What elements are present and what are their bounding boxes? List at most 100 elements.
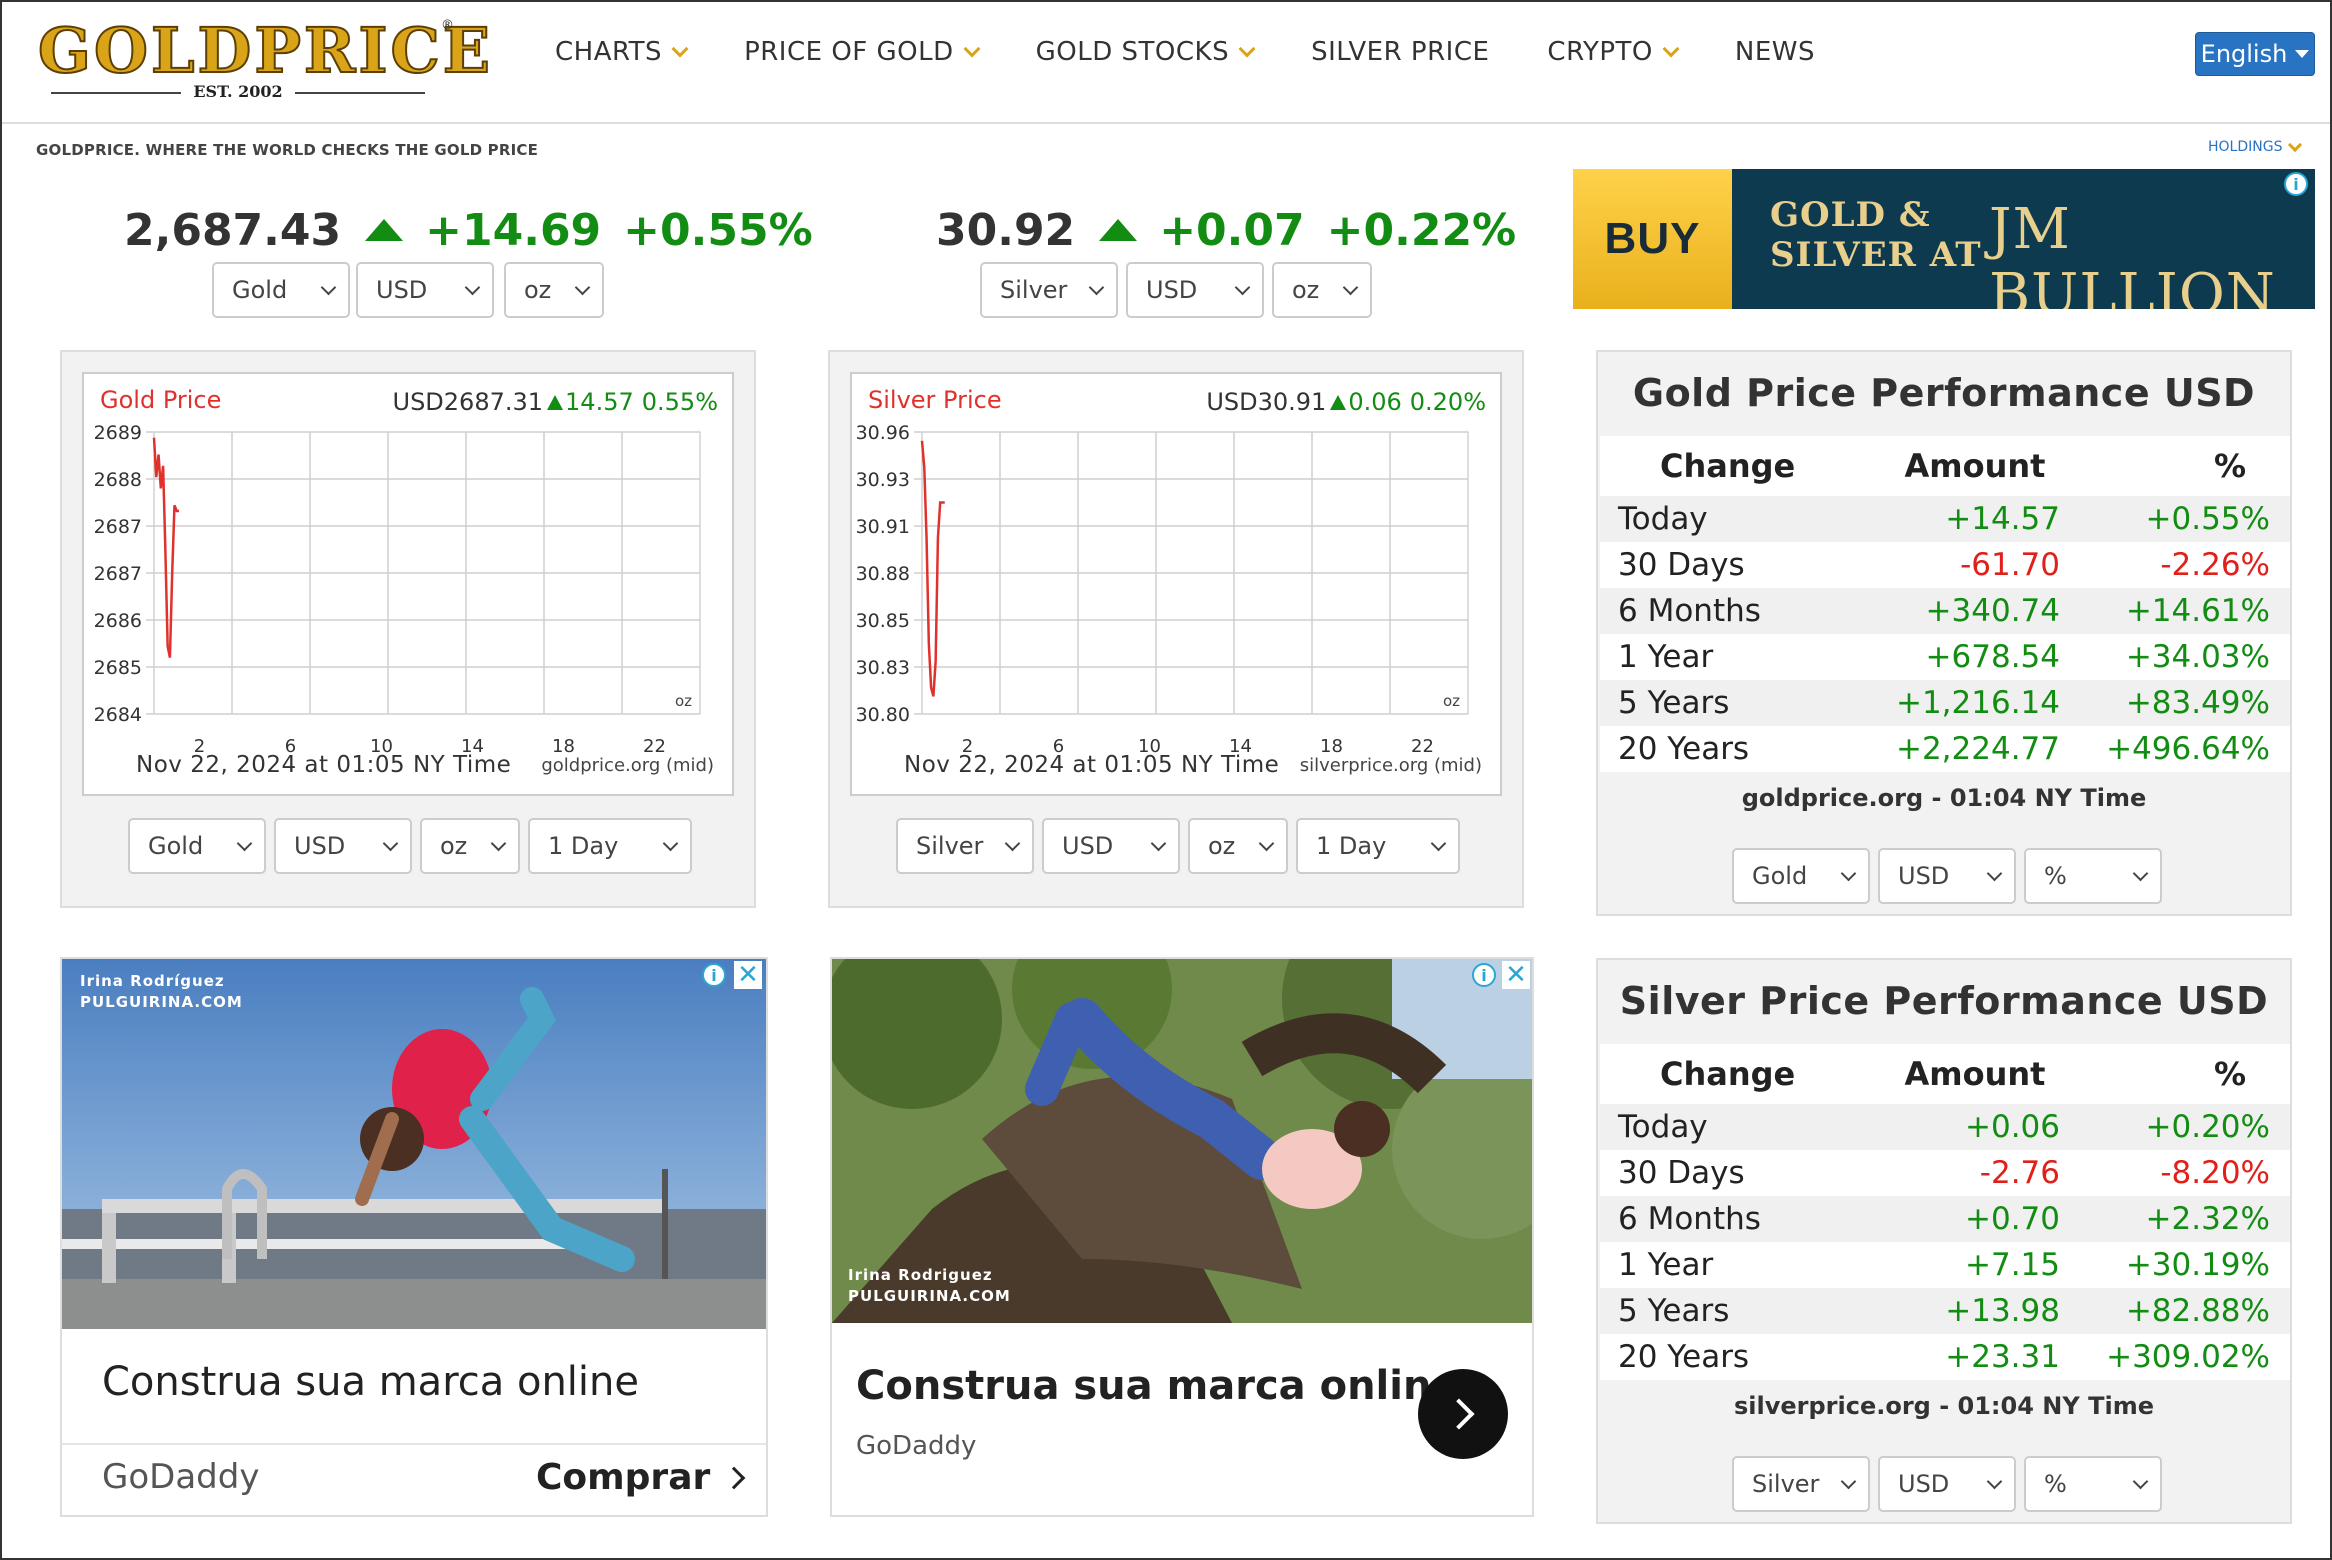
- select-value: USD: [1898, 1470, 1950, 1498]
- row-amount: +13.98: [1945, 1293, 2060, 1329]
- adchoices-icon[interactable]: i: [702, 963, 726, 987]
- credit-name: Irina Rodríguez: [80, 972, 225, 990]
- chart-metal-select[interactable]: Gold: [128, 818, 266, 874]
- jm-bullion-ad[interactable]: BUY GOLD & SILVER AT JM BULLION: [1573, 169, 2315, 309]
- registered-mark: ®: [441, 18, 454, 33]
- row-percent: +2.32%: [2145, 1201, 2270, 1237]
- perf-mode-select[interactable]: %: [2024, 848, 2162, 904]
- adchoices-icon[interactable]: i: [2284, 172, 2308, 196]
- chevron-down-icon: [1088, 279, 1105, 296]
- select-value: Silver: [1752, 1470, 1820, 1498]
- chart-range-select[interactable]: 1 Day: [1296, 818, 1460, 874]
- select-value: %: [2044, 1470, 2067, 1498]
- col-amount: Amount: [1904, 1055, 2046, 1093]
- logo-text: GOLDPRICE: [37, 14, 494, 87]
- perf-mode-select[interactable]: %: [2024, 1456, 2162, 1512]
- x-tick-label: 22: [643, 736, 666, 757]
- ticker-metal-select[interactable]: Gold: [212, 262, 350, 318]
- holdings-menu[interactable]: HOLDINGS: [2208, 137, 2303, 155]
- perf-currency-select[interactable]: USD: [1878, 848, 2016, 904]
- next-button[interactable]: [1418, 1369, 1508, 1459]
- chart-currency-select[interactable]: USD: [274, 818, 412, 874]
- readout-percent: 0.55%: [641, 388, 718, 416]
- nav-silver-price[interactable]: SILVER PRICE: [1311, 32, 1489, 72]
- table-body: Today +0.06 +0.20% 30 Days -2.76 -8.20% 6 Mont…: [1600, 1104, 2290, 1380]
- ticker-currency-select[interactable]: USD: [1126, 262, 1264, 318]
- x-tick-label: 22: [1411, 736, 1434, 757]
- row-percent: +309.02%: [2106, 1339, 2270, 1375]
- nav-price-of-gold[interactable]: PRICE OF GOLD: [744, 32, 981, 72]
- y-tick-label: 30.96: [856, 422, 910, 444]
- chart-currency-select[interactable]: USD: [1042, 818, 1180, 874]
- perf-currency-select[interactable]: USD: [1878, 1456, 2016, 1512]
- table-header: Change Amount %: [1600, 436, 2290, 496]
- chevron-down-icon: [1840, 1473, 1857, 1490]
- perf-metal-select[interactable]: Gold: [1732, 848, 1870, 904]
- gold-chart: 2689 2688 2687 2687 2686 2685 2684 2 6 10 14 18 22 oz…: [82, 372, 734, 796]
- silver-change: +0.07: [1159, 204, 1305, 256]
- ticker-unit-select[interactable]: oz: [1272, 262, 1372, 318]
- up-arrow-icon: [365, 219, 404, 241]
- readout-change: 14.57: [565, 388, 634, 416]
- nav-label: NEWS: [1734, 37, 1815, 67]
- col-amount: Amount: [1904, 447, 2046, 485]
- select-value: USD: [294, 832, 346, 860]
- col-percent: %: [2213, 447, 2247, 485]
- ad-headline: Construa sua marca online: [856, 1363, 1459, 1409]
- cta-label: Comprar: [536, 1457, 711, 1498]
- godaddy-ad-1[interactable]: Irina Rodríguez PULGUIRINA.COM i ✕ Const…: [60, 957, 768, 1517]
- ad-tagline: GOLD & SILVER AT: [1770, 195, 1982, 275]
- chevron-down-icon: [1342, 279, 1359, 296]
- gold-percent: +0.55%: [623, 204, 813, 256]
- chart-unit-select[interactable]: oz: [420, 818, 520, 874]
- row-label: 20 Years: [1618, 731, 1750, 767]
- table-row: 1 Year +678.54 +34.03%: [1600, 634, 2290, 680]
- row-label: 30 Days: [1618, 547, 1745, 583]
- chart-source: silverprice.org (mid): [1299, 755, 1482, 776]
- row-percent: -2.26%: [2160, 547, 2270, 583]
- perf-metal-select[interactable]: Silver: [1732, 1456, 1870, 1512]
- goldprice-logo[interactable]: GOLDPRICE ® EST. 2002: [37, 15, 491, 102]
- chart-readout: USD30.91 0.06 0.20%: [1206, 388, 1486, 416]
- language-selector[interactable]: English: [2195, 32, 2315, 76]
- nav-gold-stocks[interactable]: GOLD STOCKS: [1036, 32, 1256, 72]
- godaddy-ad-2[interactable]: Irina Rodriguez PULGUIRINA.COM i ✕ Const…: [830, 957, 1534, 1517]
- ticker-metal-select[interactable]: Silver: [980, 262, 1118, 318]
- table-row: 5 Years +13.98 +82.88%: [1600, 1288, 2290, 1334]
- chart-metal-select[interactable]: Silver: [896, 818, 1034, 874]
- adchoices-icon[interactable]: i: [1472, 963, 1496, 987]
- row-label: 5 Years: [1618, 1293, 1730, 1329]
- page: GOLDPRICE ® EST. 2002 CHARTS PRICE OF GO…: [0, 0, 2332, 1560]
- close-icon[interactable]: ✕: [1502, 960, 1530, 990]
- perf-source: goldprice.org - 01:04 NY Time: [1741, 784, 2147, 812]
- nav-charts[interactable]: CHARTS: [555, 32, 689, 72]
- row-percent: -8.20%: [2160, 1155, 2270, 1191]
- caret-down-icon: [2295, 50, 2310, 58]
- chart-title: Gold Price: [100, 386, 222, 414]
- nav-news[interactable]: NEWS: [1735, 32, 1815, 72]
- close-icon[interactable]: ✕: [734, 960, 762, 990]
- chart-unit-select[interactable]: oz: [1188, 818, 1288, 874]
- row-label: 6 Months: [1618, 1201, 1761, 1237]
- ticker-currency-select[interactable]: USD: [356, 262, 494, 318]
- y-tick-label: 30.93: [856, 469, 910, 491]
- ad-tagline-line1: GOLD &: [1770, 195, 1931, 235]
- chevron-down-icon: [382, 835, 399, 852]
- chart-range-select[interactable]: 1 Day: [528, 818, 692, 874]
- ticker-unit-select[interactable]: oz: [504, 262, 604, 318]
- readout-change: 0.06: [1348, 388, 1402, 416]
- y-tick-label: 2685: [94, 657, 142, 679]
- nav-crypto[interactable]: CRYPTO: [1547, 32, 1680, 72]
- logo-established: EST. 2002: [38, 82, 438, 101]
- chevron-down-icon: [490, 835, 507, 852]
- chevron-down-icon: [671, 40, 689, 58]
- perf-title: Gold Price Performance USD: [1632, 371, 2256, 415]
- y-tick-label: 2687: [94, 516, 142, 538]
- ad-tagline-line2: SILVER AT: [1770, 235, 1982, 275]
- nav-label: CRYPTO: [1547, 37, 1653, 67]
- col-change: Change: [1660, 447, 1796, 485]
- comprar-button[interactable]: Comprar: [536, 1457, 746, 1498]
- gold-price: 2,687.43: [124, 204, 342, 256]
- row-percent: +0.55%: [2145, 501, 2270, 537]
- chevron-down-icon: [662, 835, 679, 852]
